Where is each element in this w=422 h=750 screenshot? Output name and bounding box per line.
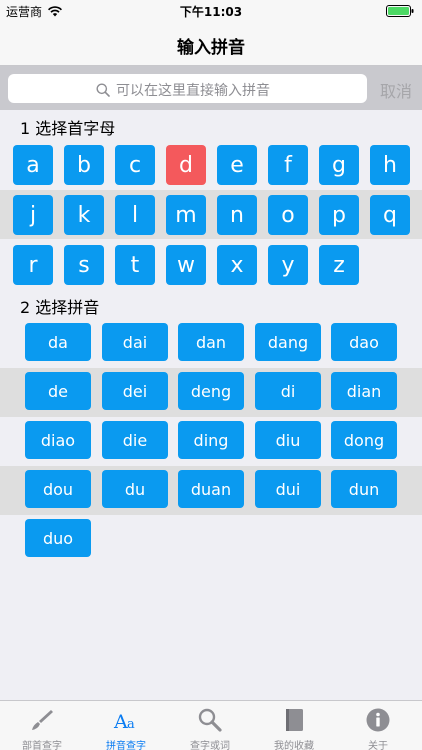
pinyin-row: de dei deng di dian: [0, 368, 422, 417]
pinyin-button-du[interactable]: du: [102, 470, 168, 508]
tab-label: 拼音查字: [106, 741, 146, 750]
letter-button-q[interactable]: q: [370, 195, 410, 235]
magnifier-icon: [198, 708, 222, 732]
pinyin-row: dou du duan dui dun: [0, 466, 422, 515]
pinyin-row: duo: [0, 515, 422, 564]
brush-icon: [32, 710, 53, 730]
pinyin-button-dui[interactable]: dui: [255, 470, 321, 508]
pinyin-button-dun[interactable]: dun: [331, 470, 397, 508]
tab-pinyin[interactable]: A a 拼音查字: [84, 701, 168, 750]
letter-button-s[interactable]: s: [64, 245, 104, 285]
pinyin-button-duo[interactable]: duo: [25, 519, 91, 557]
svg-text:A: A: [113, 711, 128, 733]
letter-button-b[interactable]: b: [64, 145, 104, 185]
book-icon: [286, 709, 303, 731]
letter-button-j[interactable]: j: [13, 195, 53, 235]
pinyin-row: da dai dan dang dao: [0, 319, 422, 368]
tab-about[interactable]: 关于: [336, 701, 420, 750]
page-title: 输入拼音: [177, 38, 245, 58]
section-title-letters: 1 选择首字母: [20, 119, 116, 138]
letter-button-l[interactable]: l: [115, 195, 155, 235]
letter-button-f[interactable]: f: [268, 145, 308, 185]
tab-label: 查字或词: [190, 741, 230, 750]
search-icon: [96, 83, 110, 97]
pinyin-button-dian[interactable]: dian: [331, 372, 397, 410]
status-time: 下午11:03: [179, 5, 243, 19]
letter-button-t[interactable]: t: [115, 245, 155, 285]
pinyin-button-die[interactable]: die: [102, 421, 168, 459]
letter-button-k[interactable]: k: [64, 195, 104, 235]
info-icon: [366, 708, 390, 732]
letter-button-p[interactable]: p: [319, 195, 359, 235]
letter-button-r[interactable]: r: [13, 245, 53, 285]
pinyin-button-diu[interactable]: diu: [255, 421, 321, 459]
pinyin-button-dang[interactable]: dang: [255, 323, 321, 361]
letter-row: rstwxyz: [0, 240, 422, 289]
letter-button-o[interactable]: o: [268, 195, 308, 235]
section-header-pinyin: 2 选择拼音: [0, 289, 422, 319]
pinyin-button-dan[interactable]: dan: [178, 323, 244, 361]
letter-button-y[interactable]: y: [268, 245, 308, 285]
letter-row: jklmnopq: [0, 190, 422, 239]
pinyin-button-di[interactable]: di: [255, 372, 321, 410]
letter-button-w[interactable]: w: [166, 245, 206, 285]
letter-button-c[interactable]: c: [115, 145, 155, 185]
pinyin-button-de[interactable]: de: [25, 372, 91, 410]
pinyin-button-da[interactable]: da: [25, 323, 91, 361]
tab-label: 关于: [368, 741, 388, 750]
tab-search[interactable]: 查字或词: [168, 701, 252, 750]
letter-button-d[interactable]: d: [166, 145, 206, 185]
tab-label: 我的收藏: [274, 741, 314, 750]
search-placeholder: 可以在这里直接输入拼音: [116, 83, 270, 99]
letter-button-m[interactable]: m: [166, 195, 206, 235]
tab-radical[interactable]: 部首查字: [0, 701, 84, 750]
pinyin-button-dao[interactable]: dao: [331, 323, 397, 361]
pinyin-row: diao die ding diu dong: [0, 417, 422, 466]
letter-button-x[interactable]: x: [217, 245, 257, 285]
tab-bar: 部首查字 A a 拼音查字 查字或词 我的收藏 关于: [0, 700, 422, 750]
pinyin-button-duan[interactable]: duan: [178, 470, 244, 508]
font-aa-icon: A a: [113, 711, 135, 733]
navigation-bar: 输入拼音: [0, 22, 422, 66]
pinyin-button-dei[interactable]: dei: [102, 372, 168, 410]
svg-text:a: a: [127, 717, 135, 732]
section-title-pinyin: 2 选择拼音: [20, 298, 100, 317]
cancel-button[interactable]: 取消: [380, 78, 412, 102]
letter-button-n[interactable]: n: [217, 195, 257, 235]
letter-row: abcdefgh: [0, 140, 422, 189]
pinyin-button-ding[interactable]: ding: [178, 421, 244, 459]
pinyin-button-diao[interactable]: diao: [25, 421, 91, 459]
status-bar: 运营商 下午11:03: [0, 0, 422, 22]
letter-button-a[interactable]: a: [13, 145, 53, 185]
pinyin-button-dou[interactable]: dou: [25, 470, 91, 508]
status-right: [386, 5, 414, 20]
letter-button-g[interactable]: g: [319, 145, 359, 185]
tab-label: 部首查字: [22, 741, 62, 750]
tab-favorites[interactable]: 我的收藏: [252, 701, 336, 750]
letter-button-e[interactable]: e: [217, 145, 257, 185]
letter-button-z[interactable]: z: [319, 245, 359, 285]
search-bar: 可以在这里直接输入拼音 取消: [0, 66, 422, 110]
pinyin-button-dai[interactable]: dai: [102, 323, 168, 361]
search-input[interactable]: 可以在这里直接输入拼音: [8, 74, 367, 103]
letter-button-h[interactable]: h: [370, 145, 410, 185]
section-header-letters: 1 选择首字母: [0, 110, 422, 140]
pinyin-button-deng[interactable]: deng: [178, 372, 244, 410]
battery-icon: [386, 5, 414, 17]
pinyin-button-dong[interactable]: dong: [331, 421, 397, 459]
